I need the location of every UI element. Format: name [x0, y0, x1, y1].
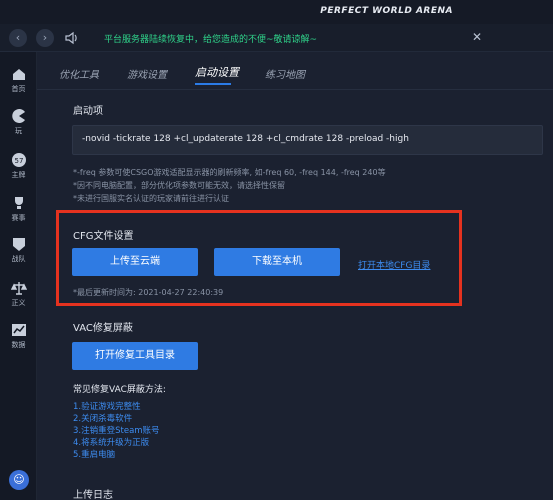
sidebar: 首页 玩 57 主牌 赛事 战队 正义 数据 ☺	[0, 52, 37, 500]
list-item[interactable]: 3.注销重登Steam账号	[73, 425, 160, 437]
sidebar-item-label: 首页	[11, 85, 26, 93]
tab-launch-settings[interactable]: 启动设置	[195, 64, 239, 80]
settings-tabs: 优化工具 游戏设置 启动设置 练习地图	[37, 52, 553, 90]
sidebar-item-label: 主牌	[11, 171, 26, 179]
sidebar-item-play[interactable]: 玩	[0, 108, 37, 148]
chevron-right-icon[interactable]: ›	[36, 29, 54, 47]
brand-logo-text: PERFECT WORLD ARENA	[320, 6, 453, 16]
sidebar-item-label: 赛事	[11, 214, 26, 222]
vac-section-title: VAC修复屏蔽	[73, 323, 133, 334]
list-item[interactable]: 5.重启电脑	[73, 449, 160, 461]
sidebar-item-label: 战队	[11, 255, 26, 263]
cfg-highlight-frame	[56, 210, 462, 306]
scale-icon	[10, 280, 27, 296]
assistant-avatar[interactable]: ☺	[9, 470, 29, 490]
upload-log-title: 上传日志	[73, 490, 113, 500]
tab-practice-maps[interactable]: 练习地图	[265, 66, 305, 81]
close-icon[interactable]: ✕	[472, 30, 482, 44]
sidebar-item-label: 玩	[15, 127, 22, 135]
chart-icon	[11, 322, 27, 338]
pacman-icon	[11, 108, 27, 124]
chevron-left-icon[interactable]: ‹	[9, 29, 27, 47]
launch-note-realname: *未进行国服实名认证的玩家请前往进行认证	[73, 194, 229, 203]
list-item[interactable]: 2.关闭杀毒软件	[73, 413, 160, 425]
active-tab-indicator	[195, 83, 231, 85]
home-icon	[11, 66, 27, 82]
title-bar: PERFECT WORLD ARENA	[0, 0, 553, 24]
sidebar-item-data[interactable]: 数据	[0, 322, 37, 362]
launch-note-freq: *-freq 参数可使CSGO游戏适配显示器的刷新频率, 如-freq 60, …	[73, 168, 386, 177]
badge-icon: 57	[11, 152, 27, 168]
speaker-icon	[64, 30, 80, 46]
svg-text:57: 57	[14, 157, 23, 165]
trophy-icon	[11, 195, 27, 211]
launch-options-title: 启动项	[73, 106, 103, 117]
tab-optimize-tools[interactable]: 优化工具	[59, 66, 99, 81]
vac-methods-title: 常见修复VAC屏蔽方法:	[73, 385, 166, 395]
sidebar-item-justice[interactable]: 正义	[0, 280, 37, 320]
sidebar-item-label: 数据	[11, 341, 26, 349]
team-icon	[11, 236, 27, 252]
top-nav-bar: ‹ › 平台服务器陆续恢复中，给您造成的不便~敬请谅解~ ✕	[0, 24, 553, 52]
list-item[interactable]: 1.验证游戏完整性	[73, 401, 160, 413]
tab-game-settings[interactable]: 游戏设置	[127, 66, 167, 81]
open-fix-tool-button[interactable]: 打开修复工具目录	[72, 342, 198, 370]
sidebar-item-team[interactable]: 战队	[0, 236, 37, 276]
notice-text: 平台服务器陆续恢复中，给您造成的不便~敬请谅解~	[104, 35, 318, 45]
sidebar-item-home[interactable]: 首页	[0, 66, 37, 106]
sidebar-item-events[interactable]: 赛事	[0, 195, 37, 235]
launch-options-input[interactable]: -novid -tickrate 128 +cl_updaterate 128 …	[72, 125, 543, 155]
launch-note-config: *因不同电脑配置，部分优化项参数可能无效，请选择性保留	[73, 181, 285, 190]
list-item[interactable]: 4.将系统升级为正版	[73, 437, 160, 449]
sidebar-item-badge[interactable]: 57 主牌	[0, 152, 37, 192]
vac-methods-list: 1.验证游戏完整性 2.关闭杀毒软件 3.注销重登Steam账号 4.将系统升级…	[73, 401, 160, 461]
sidebar-item-label: 正义	[11, 299, 26, 307]
